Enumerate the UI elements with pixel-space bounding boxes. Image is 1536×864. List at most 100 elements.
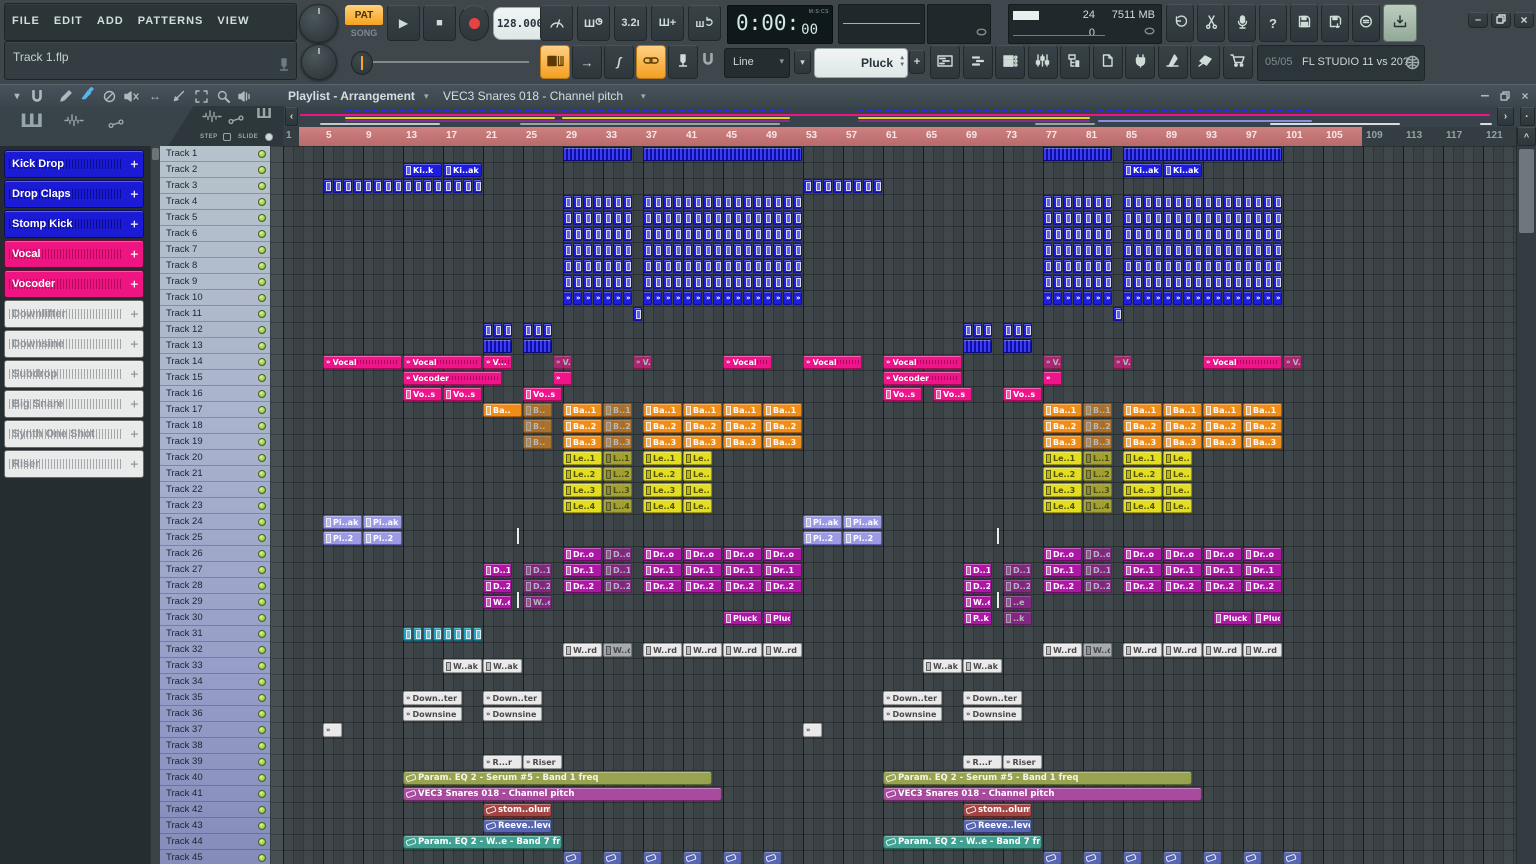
pattern-clip[interactable]: B..: [523, 419, 552, 433]
pattern-clip[interactable]: [733, 195, 742, 209]
pattern-clip[interactable]: [1243, 275, 1252, 289]
track-led[interactable]: [258, 726, 266, 734]
pattern-clip[interactable]: [603, 275, 612, 289]
track-header-6[interactable]: Track 6: [160, 226, 270, 242]
track-led[interactable]: [258, 550, 266, 558]
audio-clip[interactable]: »R...r: [963, 755, 1002, 769]
pattern-clip[interactable]: Le..1: [1163, 451, 1192, 465]
pattern-clip[interactable]: [643, 147, 802, 161]
source-clip-subdrop[interactable]: Subdrop+: [4, 360, 144, 388]
stop-button[interactable]: ■: [423, 5, 456, 41]
pattern-clip[interactable]: »: [1153, 291, 1162, 305]
pattern-clip[interactable]: [1233, 243, 1242, 257]
tab-patterns[interactable]: Ш: [20, 110, 43, 132]
pattern-clip[interactable]: [1243, 227, 1252, 241]
pattern-clip[interactable]: Le..1: [1043, 451, 1082, 465]
track-header-2[interactable]: Track 2: [160, 162, 270, 178]
pattern-clip[interactable]: [713, 259, 722, 273]
pattern-clip[interactable]: [743, 275, 752, 289]
pattern-clip[interactable]: »: [563, 291, 572, 305]
pattern-clip[interactable]: [483, 323, 492, 337]
pattern-clip[interactable]: [1263, 195, 1272, 209]
pattern-clip[interactable]: [723, 227, 732, 241]
pattern-clip[interactable]: [1263, 227, 1272, 241]
cut-button[interactable]: [1197, 4, 1225, 42]
pattern-clip[interactable]: [753, 211, 762, 225]
playlist-paint-tool[interactable]: [78, 88, 96, 104]
pattern-clip[interactable]: [733, 243, 742, 257]
automation-clip[interactable]: [683, 851, 702, 864]
pattern-clip[interactable]: D..1: [1003, 563, 1032, 577]
audio-clip[interactable]: »: [553, 371, 572, 385]
pattern-clip[interactable]: [693, 243, 702, 257]
pattern-clip[interactable]: [693, 211, 702, 225]
browser-button[interactable]: [1060, 45, 1090, 79]
pattern-clip[interactable]: D..o: [1083, 547, 1112, 561]
pattern-clip[interactable]: [1203, 211, 1212, 225]
track-header-22[interactable]: Track 22: [160, 482, 270, 498]
snap-magnet-icon[interactable]: [702, 52, 714, 70]
automation-tab-icon[interactable]: [228, 112, 245, 130]
pattern-clip[interactable]: Ba..2: [1203, 419, 1242, 433]
pattern-clip[interactable]: [693, 259, 702, 273]
pattern-clip[interactable]: W..rd: [723, 643, 762, 657]
pattern-clip[interactable]: [703, 243, 712, 257]
pattern-clip[interactable]: [653, 211, 662, 225]
pattern-clip[interactable]: [1043, 243, 1052, 257]
track-header-5[interactable]: Track 5: [160, 210, 270, 226]
track-led[interactable]: [258, 838, 266, 846]
track-led[interactable]: [258, 790, 266, 798]
pattern-clip[interactable]: »: [1183, 291, 1192, 305]
pattern-clip[interactable]: D..2: [483, 579, 512, 593]
menu-edit[interactable]: EDIT: [47, 4, 90, 38]
pattern-clip[interactable]: [693, 275, 702, 289]
pattern-clip[interactable]: [1123, 227, 1132, 241]
pattern-clip[interactable]: [773, 275, 782, 289]
pattern-clip[interactable]: [333, 179, 342, 193]
pattern-clip[interactable]: »: [613, 291, 622, 305]
pattern-clip[interactable]: [573, 195, 582, 209]
pattern-clip[interactable]: [1093, 275, 1102, 289]
pattern-clip[interactable]: [493, 323, 502, 337]
pattern-clip[interactable]: [613, 195, 622, 209]
pattern-clip[interactable]: [673, 275, 682, 289]
playlist-slice-tool[interactable]: [170, 88, 188, 104]
pattern-clip[interactable]: [563, 243, 572, 257]
pattern-clip[interactable]: [1093, 195, 1102, 209]
typing-keyboard-button[interactable]: [668, 45, 698, 79]
pattern-clip[interactable]: [583, 259, 592, 273]
pattern-clip[interactable]: [1083, 275, 1092, 289]
source-clip-downlifter[interactable]: Downlifter+: [4, 300, 144, 328]
pattern-clip[interactable]: »: [1093, 291, 1102, 305]
pattern-clip[interactable]: W..e: [483, 595, 512, 609]
pattern-clip[interactable]: [593, 259, 602, 273]
pattern-clip[interactable]: Le..2: [1163, 467, 1192, 481]
plugins-button[interactable]: [1125, 45, 1155, 79]
pattern-clip[interactable]: [1213, 227, 1222, 241]
pattern-clip[interactable]: [1223, 243, 1232, 257]
pattern-clip[interactable]: Pi..2: [803, 531, 842, 545]
pattern-clip[interactable]: [783, 259, 792, 273]
pattern-clip[interactable]: [1043, 147, 1112, 161]
pattern-clip[interactable]: Dr..o: [1243, 547, 1282, 561]
pattern-clip[interactable]: Ba..2: [723, 419, 762, 433]
pattern-clip[interactable]: [833, 179, 842, 193]
pattern-clip[interactable]: B..: [523, 403, 552, 417]
automation-clip[interactable]: VEC3 Snares 018 - Channel pitch: [883, 787, 1202, 801]
pattern-clip[interactable]: [843, 179, 852, 193]
pattern-clip[interactable]: [463, 627, 472, 641]
pattern-clip[interactable]: Dr..1: [683, 563, 722, 577]
pattern-clip[interactable]: [1213, 275, 1222, 289]
pattern-clip[interactable]: [433, 179, 442, 193]
pattern-clip[interactable]: Le..1: [1123, 451, 1162, 465]
pattern-clip[interactable]: [753, 275, 762, 289]
pattern-clip[interactable]: P..k: [963, 611, 992, 625]
pattern-clip[interactable]: [963, 339, 992, 353]
pattern-clip[interactable]: »: [653, 291, 662, 305]
pattern-clip[interactable]: Le..3: [1043, 483, 1082, 497]
pattern-clip[interactable]: Ba..1: [1043, 403, 1082, 417]
track-header-16[interactable]: Track 16: [160, 386, 270, 402]
audio-clip[interactable]: »Vocal: [1203, 355, 1282, 369]
track-led[interactable]: [258, 694, 266, 702]
pattern-clip[interactable]: [1183, 259, 1192, 273]
